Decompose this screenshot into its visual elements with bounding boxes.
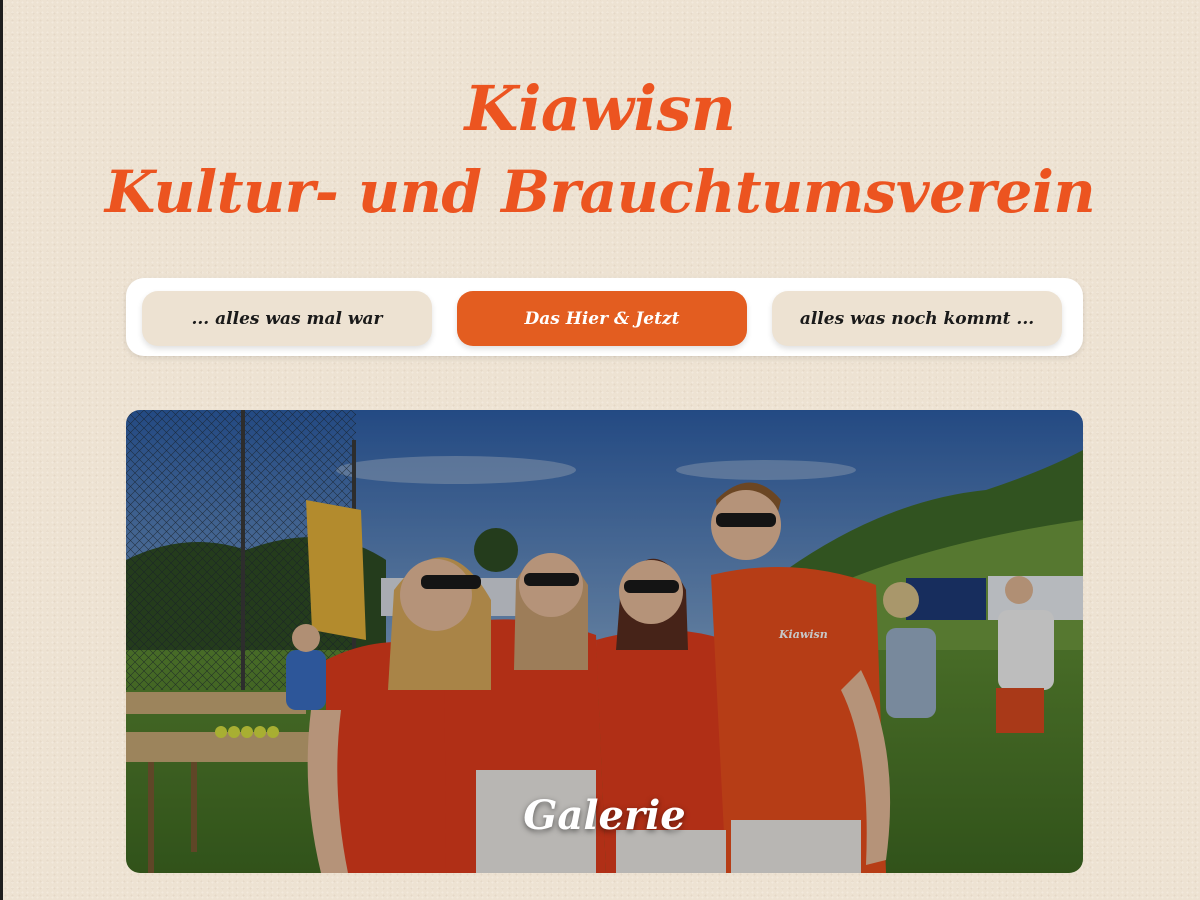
nav-button-present[interactable]: Das Hier & Jetzt [457,291,747,346]
site-subtitle: Kultur- und Brauchtumsverein [104,158,1096,226]
site-title: Kiawisn [464,72,736,145]
nav-button-future[interactable]: alles was noch kommt ... [772,291,1062,346]
gallery-card[interactable]: Kiawisn Galerie [126,410,1083,873]
main-navigation: ... alles was mal war Das Hier & Jetzt a… [126,278,1083,356]
gallery-label: Galerie [523,792,686,839]
nav-button-past[interactable]: ... alles was mal war [142,291,432,346]
